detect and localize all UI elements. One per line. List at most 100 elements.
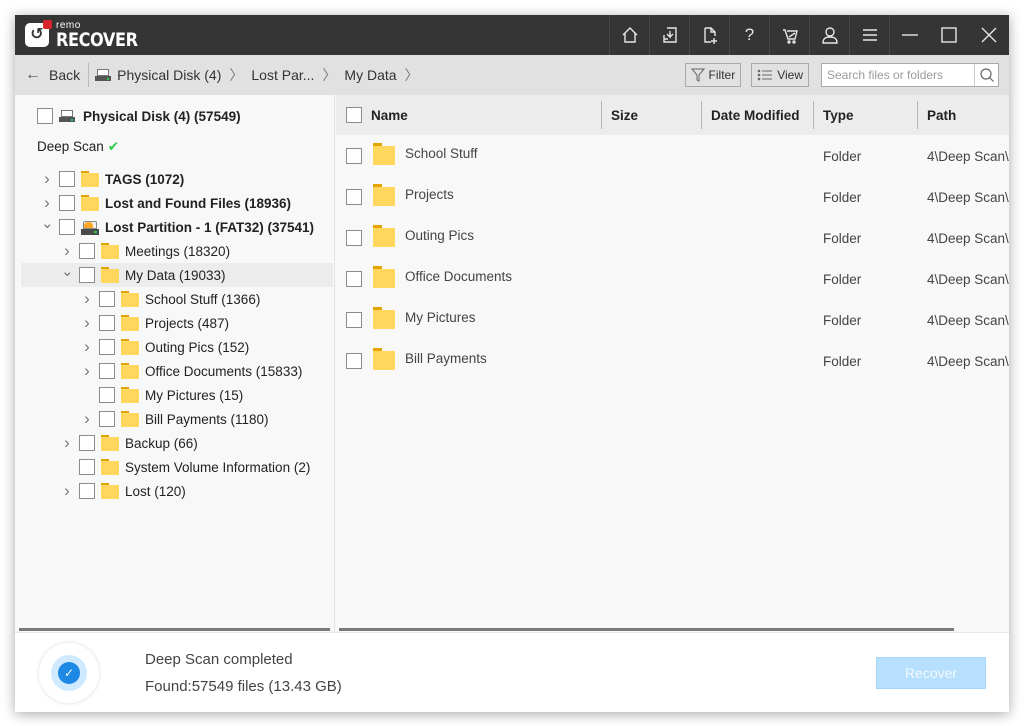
chevron-right-icon[interactable]: › [41, 169, 53, 189]
tree-checkbox[interactable] [79, 435, 95, 451]
chevron-right-icon[interactable]: › [61, 481, 73, 501]
column-header-size[interactable]: Size [601, 95, 701, 135]
help-button[interactable]: ? [729, 15, 769, 55]
tree-item[interactable]: › Bill Payments (1180) [15, 407, 333, 431]
chevron-right-icon[interactable]: › [81, 313, 93, 333]
tree-item[interactable]: ⌄ Lost Partition - 1 (FAT32) (37541) [15, 215, 333, 239]
file-row[interactable]: Outing Pics Folder 4\Deep Scan\ [336, 218, 1009, 258]
tree-item-label: System Volume Information (2) [125, 459, 311, 475]
tree-item[interactable]: › School Stuff (1366) [15, 287, 333, 311]
tree-checkbox[interactable] [79, 243, 95, 259]
column-label: Type [823, 107, 854, 123]
row-checkbox[interactable] [346, 353, 362, 369]
select-all-checkbox[interactable] [346, 107, 362, 123]
chevron-right-icon[interactable]: › [61, 241, 73, 261]
tree-item[interactable]: › Lost and Found Files (18936) [15, 191, 333, 215]
type-cell: Folder [823, 353, 862, 369]
back-button[interactable]: ← Back [25, 66, 80, 84]
type-cell: Folder [823, 148, 862, 164]
tree-root-physical-disk[interactable]: Physical Disk (4) (57549) [15, 104, 333, 128]
chevron-right-icon[interactable]: › [81, 361, 93, 381]
tree-checkbox[interactable] [59, 219, 75, 235]
tree-item[interactable]: My Pictures (15) [15, 383, 333, 407]
type-cell: Folder [823, 230, 862, 246]
filter-icon [690, 68, 705, 82]
menu-icon [862, 29, 877, 41]
save-session-button[interactable] [649, 15, 689, 55]
tree-item[interactable]: › Meetings (18320) [15, 239, 333, 263]
file-row[interactable]: Office Documents Folder 4\Deep Scan\ [336, 259, 1009, 299]
column-header-name[interactable]: Name [371, 95, 601, 135]
row-checkbox[interactable] [346, 230, 362, 246]
close-button[interactable] [969, 15, 1009, 55]
chevron-right-icon[interactable]: › [81, 337, 93, 357]
tree-item[interactable]: › Backup (66) [15, 431, 333, 455]
tree-checkbox[interactable] [99, 315, 115, 331]
search-button[interactable] [974, 64, 998, 86]
menu-button[interactable] [849, 15, 889, 55]
tree-checkbox[interactable] [79, 459, 95, 475]
tree-item[interactable]: › Outing Pics (152) [15, 335, 333, 359]
user-icon [821, 27, 838, 44]
tree-checkbox[interactable] [99, 339, 115, 355]
column-label: Date Modified [711, 107, 800, 123]
row-checkbox[interactable] [346, 271, 362, 287]
tree-checkbox[interactable] [79, 483, 95, 499]
tree-checkbox[interactable] [99, 363, 115, 379]
maximize-button[interactable] [929, 15, 969, 55]
search-input[interactable] [822, 64, 974, 86]
chevron-right-icon[interactable]: › [81, 289, 93, 309]
found-value: 57549 files (13.43 GB) [191, 678, 342, 695]
tree-item[interactable]: › Lost (120) [15, 479, 333, 503]
row-checkbox[interactable] [346, 312, 362, 328]
chevron-right-icon[interactable]: › [61, 433, 73, 453]
file-name: Bill Payments [405, 350, 487, 366]
tree-checkbox[interactable] [79, 267, 95, 283]
filter-button[interactable]: Filter [684, 63, 742, 87]
breadcrumb-label: Physical Disk (4) [117, 67, 222, 83]
breadcrumb-physical-disk[interactable]: Physical Disk (4) [95, 67, 221, 83]
tree-checkbox[interactable] [59, 195, 75, 211]
chevron-down-icon[interactable]: ⌄ [41, 214, 54, 232]
help-icon: ? [744, 25, 755, 44]
view-button[interactable]: View [751, 63, 809, 87]
cart-button[interactable] [769, 15, 809, 55]
chevron-right-icon[interactable]: › [41, 193, 53, 213]
tree-checkbox[interactable] [37, 108, 53, 124]
tree-item[interactable]: System Volume Information (2) [15, 455, 333, 479]
breadcrumb-my-data[interactable]: My Data [344, 67, 396, 83]
column-header-date-modified[interactable]: Date Modified [701, 95, 813, 135]
tree-checkbox[interactable] [59, 171, 75, 187]
user-button[interactable] [809, 15, 849, 55]
tree-item-label: Lost Partition - 1 (FAT32) (37541) [105, 219, 315, 235]
new-file-button[interactable] [689, 15, 729, 55]
tree-item[interactable]: › TAGS (1072) [15, 167, 333, 191]
file-row[interactable]: Bill Payments Folder 4\Deep Scan\ [336, 341, 1009, 381]
chevron-right-icon[interactable]: › [81, 409, 93, 429]
tree-item[interactable]: › Office Documents (15833) [15, 359, 333, 383]
nav-divider [88, 63, 90, 87]
file-row[interactable]: Projects Folder 4\Deep Scan\ [336, 177, 1009, 217]
breadcrumb-lost-partition[interactable]: Lost Par... [251, 67, 314, 83]
row-checkbox[interactable] [346, 148, 362, 164]
recover-button[interactable]: Recover [876, 657, 986, 689]
folder-icon [373, 225, 395, 247]
column-header-path[interactable]: Path [917, 95, 1009, 135]
column-header-type[interactable]: Type [813, 95, 917, 135]
home-button[interactable] [609, 15, 649, 55]
tree-horizontal-scrollbar[interactable] [19, 628, 330, 631]
app-window: ↺ remo RECOVER ? ← Back Physical Disk (4… [15, 15, 1009, 712]
tree-checkbox[interactable] [99, 291, 115, 307]
tree-item[interactable]: › Projects (487) [15, 311, 333, 335]
chevron-right-icon[interactable]: 〉 [405, 65, 419, 85]
tree-item[interactable]: ⌄ My Data (19033) [21, 263, 333, 287]
chevron-down-icon[interactable]: ⌄ [61, 262, 74, 280]
minimize-button[interactable] [889, 15, 929, 55]
row-checkbox[interactable] [346, 189, 362, 205]
file-row[interactable]: My Pictures Folder 4\Deep Scan\ [336, 300, 1009, 340]
list-horizontal-scrollbar[interactable] [339, 628, 954, 631]
file-row[interactable]: School Stuff Folder 4\Deep Scan\ [336, 136, 1009, 176]
tree-checkbox[interactable] [99, 387, 115, 403]
path-cell: 4\Deep Scan\ [927, 353, 1009, 369]
tree-checkbox[interactable] [99, 411, 115, 427]
